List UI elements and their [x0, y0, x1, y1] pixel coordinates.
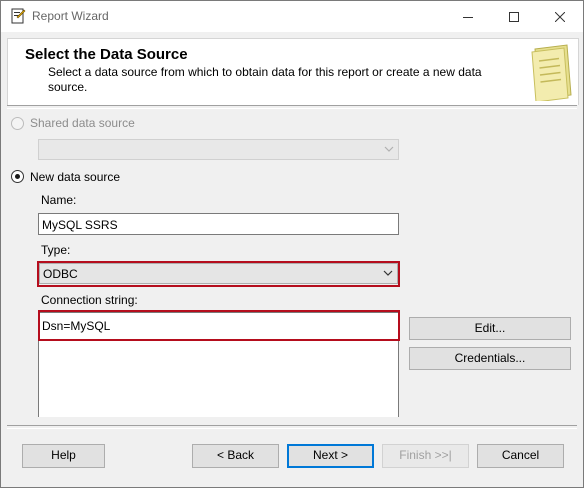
- maximize-icon: [509, 11, 519, 22]
- edit-button[interactable]: Edit...: [409, 317, 571, 340]
- header-divider: [7, 105, 577, 109]
- radio-selected-dot: [15, 174, 20, 179]
- type-label: Type:: [41, 243, 71, 257]
- shared-data-source-dropdown[interactable]: [38, 139, 399, 160]
- page-description: Select a data source from which to obtai…: [48, 65, 482, 94]
- back-button[interactable]: < Back: [192, 444, 279, 468]
- report-wizard-icon: [11, 8, 26, 24]
- cancel-button[interactable]: Cancel: [477, 444, 564, 468]
- page-title: Select the Data Source: [25, 46, 188, 63]
- chevron-down-icon: [384, 146, 394, 152]
- report-wizard-window: Report Wizard Select the Data Source Sel…: [0, 0, 584, 488]
- name-input-value: MySQL SSRS: [42, 218, 118, 232]
- connection-string-textarea[interactable]: Dsn=MySQL: [38, 312, 399, 418]
- footer-divider: [7, 425, 577, 429]
- maximize-button[interactable]: [491, 1, 537, 32]
- name-label: Name:: [41, 193, 77, 207]
- title-bar[interactable]: Report Wizard: [1, 1, 583, 32]
- minimize-icon: [463, 16, 473, 18]
- connection-string-value: Dsn=MySQL: [42, 319, 111, 333]
- new-data-source-radio[interactable]: [11, 170, 24, 183]
- close-icon: [555, 11, 565, 22]
- finish-button[interactable]: Finish >>|: [382, 444, 469, 468]
- wizard-banner-icon: [531, 44, 572, 101]
- name-input[interactable]: MySQL SSRS: [38, 213, 399, 235]
- credentials-button[interactable]: Credentials...: [409, 347, 571, 370]
- next-button[interactable]: Next >: [287, 444, 374, 468]
- new-data-source-label: New data source: [30, 170, 121, 184]
- shared-data-source-radio[interactable]: [11, 117, 24, 130]
- minimize-button[interactable]: [445, 1, 491, 32]
- wizard-header: Select the Data Source Select a data sou…: [7, 38, 579, 105]
- shared-data-source-label: Shared data source: [30, 116, 135, 130]
- chevron-down-icon: [383, 270, 393, 276]
- type-dropdown-value: ODBC: [43, 267, 78, 281]
- help-button[interactable]: Help: [22, 444, 105, 468]
- close-button[interactable]: [537, 1, 583, 32]
- connection-string-label: Connection string:: [41, 293, 138, 307]
- type-dropdown[interactable]: ODBC: [39, 263, 398, 284]
- window-title: Report Wizard: [32, 9, 109, 23]
